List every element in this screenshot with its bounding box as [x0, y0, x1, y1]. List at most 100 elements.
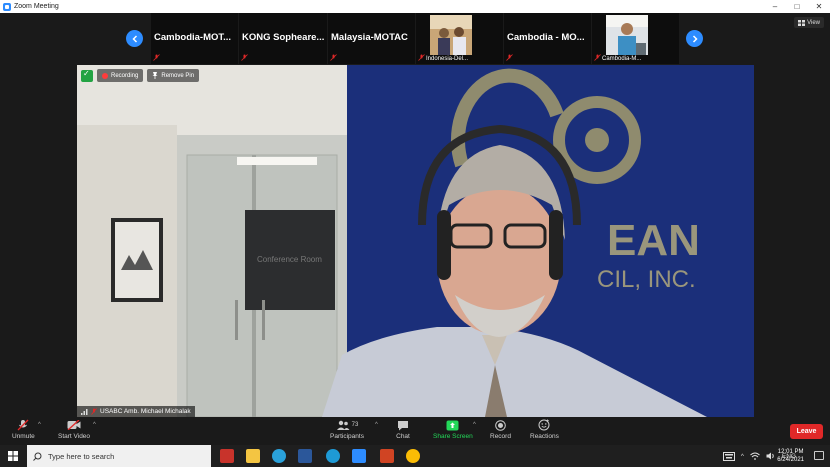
search-icon — [33, 452, 42, 461]
record-label: Record — [490, 433, 511, 440]
participant-tile[interactable]: KONG Sopheare... — [239, 13, 327, 64]
chat-label: Chat — [396, 433, 410, 440]
clock-time: 12:01 PM — [777, 449, 804, 455]
remove-pin-label: Remove Pin — [161, 72, 195, 79]
windows-taskbar: Type here to search ^ ENG 12:01 PM 6/24/… — [0, 445, 830, 467]
participant-caption: Indonesia-Del... — [426, 56, 469, 62]
minimize-button[interactable]: – — [764, 0, 786, 13]
start-video-button[interactable]: Start Video — [58, 419, 90, 440]
record-button[interactable]: Record — [490, 419, 511, 440]
active-speaker-video[interactable]: Conference Room EAN CIL, INC. ✓ Recordin… — [77, 65, 754, 417]
zoom-app-icon — [3, 2, 11, 11]
muted-mic-icon — [330, 54, 337, 61]
recording-dot-icon — [102, 72, 108, 79]
chat-icon — [396, 419, 410, 431]
volume-icon[interactable] — [766, 452, 776, 460]
conference-room-sign: Conference Room — [257, 255, 322, 264]
share-screen-label: Share Screen — [433, 433, 473, 440]
muted-mic-icon — [594, 54, 601, 61]
close-button[interactable]: ✕ — [808, 0, 830, 13]
reactions-label: Reactions — [530, 433, 559, 440]
participant-caption: Cambodia-M... — [602, 56, 642, 62]
shield-icon[interactable] — [81, 69, 93, 82]
participant-name: Cambodia-MOT... — [154, 32, 232, 43]
speaker-scene: Conference Room EAN CIL, INC. — [77, 65, 754, 417]
share-screen-icon — [446, 419, 460, 431]
video-off-icon — [67, 419, 81, 431]
zoom-app-icon[interactable] — [352, 449, 366, 463]
muted-mic-icon — [506, 54, 513, 61]
participant-tile[interactable]: Cambodia-M... — [592, 13, 679, 64]
participants-label: Participants — [330, 433, 364, 440]
file-explorer-icon[interactable] — [246, 449, 260, 463]
telegram-icon[interactable] — [272, 449, 286, 463]
chat-button[interactable]: Chat — [396, 419, 410, 440]
meeting-status-badges: Recording Remove Pin — [81, 69, 200, 82]
tray-overflow-chevron-icon[interactable]: ^ — [741, 453, 744, 460]
taskbar-clock[interactable]: 12:01 PM 6/24/2021 — [777, 448, 804, 464]
reactions-button[interactable]: Reactions — [530, 419, 559, 440]
muted-mic-icon — [153, 54, 160, 61]
audio-options-caret-icon[interactable]: ^ — [38, 422, 41, 428]
next-page-button[interactable] — [686, 30, 703, 47]
muted-mic-icon — [241, 54, 248, 61]
edge-browser-icon[interactable] — [326, 449, 340, 463]
participant-count: 73 — [351, 422, 359, 428]
participants-icon — [336, 420, 350, 430]
chevron-right-icon — [692, 34, 698, 43]
notification-center-icon[interactable] — [814, 451, 824, 460]
remove-pin-button[interactable]: Remove Pin — [147, 69, 200, 82]
zoom-meeting-app-icon[interactable] — [220, 449, 234, 463]
muted-mic-icon — [16, 419, 30, 431]
share-screen-button[interactable]: Share Screen — [433, 419, 473, 440]
windows-start-button[interactable] — [0, 445, 26, 467]
window-controls: – □ ✕ — [764, 0, 830, 13]
windows-logo-icon — [8, 451, 18, 461]
view-label: View — [807, 19, 820, 26]
chrome-browser-icon[interactable] — [406, 449, 420, 463]
leave-button[interactable]: Leave — [790, 424, 823, 439]
grid-icon — [798, 19, 806, 26]
participant-tile[interactable]: Cambodia-MOT... — [151, 13, 238, 64]
meeting-toolbar: Unmute ^ Start Video ^ 73 Participants ^… — [0, 417, 830, 445]
participant-name: Malaysia-MOTAC — [331, 32, 408, 43]
participant-tile[interactable]: Indonesia-Del... — [416, 13, 503, 64]
logo-text-main: EAN — [607, 216, 700, 265]
smiley-icon — [537, 419, 551, 431]
clock-date: 6/24/2021 — [777, 457, 804, 463]
start-video-label: Start Video — [58, 433, 91, 440]
wifi-icon[interactable] — [750, 452, 760, 460]
participant-tile[interactable]: Malaysia-MOTAC — [328, 13, 415, 64]
recording-label: Recording — [111, 72, 139, 79]
muted-mic-icon — [91, 408, 97, 415]
title-bar: Zoom Meeting – □ ✕ — [0, 0, 830, 13]
participant-video — [606, 15, 648, 55]
previous-page-button[interactable] — [126, 30, 143, 47]
muted-mic-icon — [418, 54, 425, 61]
participant-name: KONG Sopheare... — [242, 32, 325, 43]
zoom-window: Zoom Meeting – □ ✕ Cambodia-MOT... KONG … — [0, 0, 830, 467]
speaker-name-label: USABC Amb. Michael Michalak — [77, 406, 195, 417]
participant-name: Cambodia - MO... — [507, 32, 585, 43]
chevron-left-icon — [131, 34, 137, 43]
share-options-caret-icon[interactable]: ^ — [473, 422, 476, 428]
gallery-strip: Cambodia-MOT... KONG Sopheare... Malaysi… — [0, 13, 830, 65]
powerpoint-icon[interactable] — [380, 449, 394, 463]
search-placeholder: Type here to search — [48, 451, 115, 461]
window-title: Zoom Meeting — [14, 3, 59, 10]
speaker-name: USABC Amb. Michael Michalak — [100, 408, 191, 415]
keyboard-icon[interactable] — [722, 451, 735, 461]
maximize-button[interactable]: □ — [786, 0, 808, 13]
view-button[interactable]: View — [794, 17, 824, 28]
pin-icon — [152, 72, 158, 79]
word-icon[interactable] — [298, 449, 312, 463]
recording-indicator[interactable]: Recording — [97, 69, 144, 82]
record-icon — [493, 419, 507, 431]
participant-video — [430, 15, 472, 55]
participant-tile[interactable]: Cambodia - MO... — [504, 13, 591, 64]
unmute-button[interactable]: Unmute — [12, 419, 35, 440]
taskbar-search-box[interactable]: Type here to search — [27, 445, 211, 467]
participants-caret-icon[interactable]: ^ — [375, 422, 378, 428]
participants-button[interactable]: 73 Participants — [330, 419, 364, 440]
video-options-caret-icon[interactable]: ^ — [93, 422, 96, 428]
